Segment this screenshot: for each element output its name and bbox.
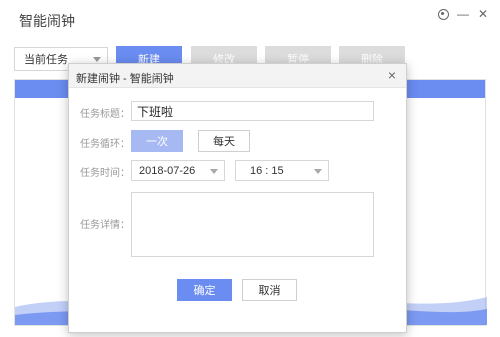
detail-textarea[interactable] bbox=[131, 192, 374, 257]
detail-label: 任务详情： bbox=[80, 220, 130, 231]
date-value: 2018-07-26 bbox=[139, 164, 196, 177]
window-controls: — ✕ bbox=[436, 7, 490, 21]
title-label: 任务标题： bbox=[80, 109, 130, 120]
chevron-down-icon bbox=[93, 57, 101, 62]
dialog-title: 新建闹钟 - 智能闹钟 bbox=[76, 73, 174, 85]
gear-icon bbox=[437, 8, 449, 20]
dialog-header: 新建闹钟 - 智能闹钟 × bbox=[69, 64, 406, 88]
task-filter-value: 当前任务 bbox=[24, 54, 68, 66]
chevron-down-icon bbox=[314, 169, 322, 174]
app-title: 智能闹钟 bbox=[19, 13, 75, 29]
cycle-label: 任务循环： bbox=[80, 139, 130, 150]
minimize-icon: — bbox=[457, 7, 469, 21]
time-select[interactable]: 16 : 15 bbox=[235, 160, 329, 181]
time-label: 任务时间： bbox=[80, 168, 130, 179]
minimize-button[interactable]: — bbox=[456, 7, 470, 21]
chevron-down-icon bbox=[210, 169, 218, 174]
close-window-button[interactable]: ✕ bbox=[476, 7, 490, 21]
cycle-daily-button[interactable]: 每天 bbox=[198, 130, 250, 152]
ok-button[interactable]: 确定 bbox=[177, 279, 232, 301]
close-icon: ✕ bbox=[477, 7, 489, 21]
title-input[interactable] bbox=[131, 101, 374, 121]
new-alarm-dialog: 新建闹钟 - 智能闹钟 × 任务标题： 任务循环： 一次 每天 任务时间： 20… bbox=[68, 63, 407, 333]
date-select[interactable]: 2018-07-26 bbox=[131, 160, 225, 181]
cancel-button[interactable]: 取消 bbox=[242, 279, 297, 301]
cycle-once-button[interactable]: 一次 bbox=[131, 130, 183, 152]
time-value: 16 : 15 bbox=[250, 164, 284, 177]
settings-button[interactable] bbox=[436, 7, 450, 21]
dialog-close-button[interactable]: × bbox=[384, 67, 400, 83]
